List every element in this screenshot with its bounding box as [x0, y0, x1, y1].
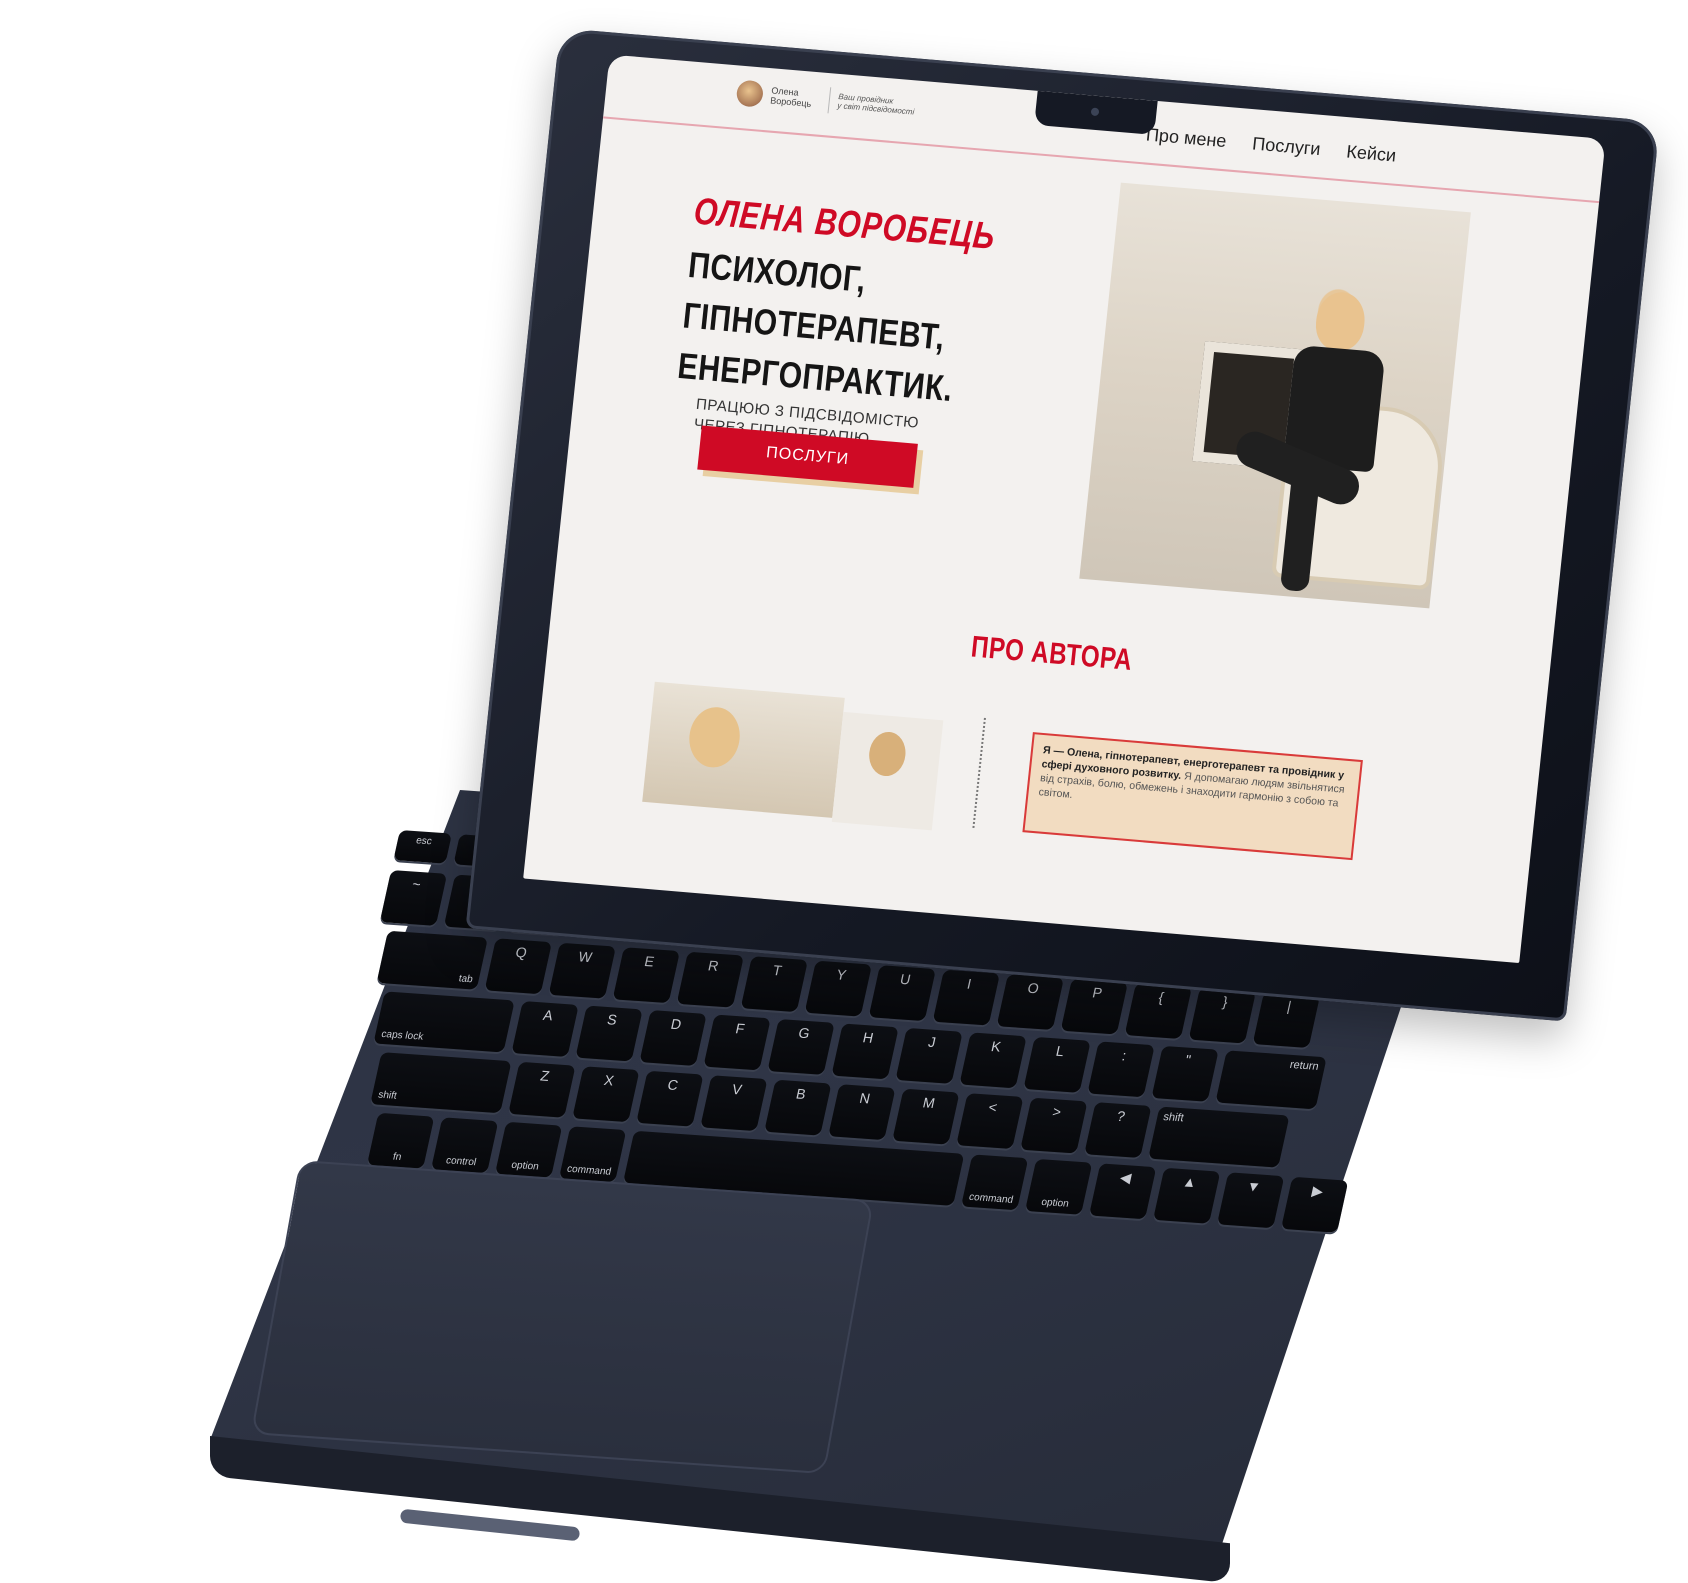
arrow-right-key[interactable]: ▶ — [1280, 1176, 1349, 1233]
key-option-left[interactable]: option — [494, 1121, 563, 1178]
key-v[interactable]: V — [700, 1075, 768, 1132]
key-g[interactable]: G — [767, 1018, 835, 1075]
laptop-lid: Олена Воробець Ваш провідник у світ підс… — [465, 28, 1660, 1022]
dotted-divider — [972, 717, 986, 828]
key-symbol[interactable]: ? — [1084, 1102, 1152, 1158]
about-intro-card: Я — Олена, гіпнотерапевт, енерготерапевт… — [1022, 732, 1363, 861]
key-i[interactable]: I — [932, 969, 1000, 1026]
arrow-down-key[interactable]: ▼ — [1216, 1172, 1285, 1229]
logo-divider — [827, 87, 832, 114]
key-symbol[interactable]: ~ — [379, 870, 448, 926]
key-x[interactable]: X — [572, 1066, 640, 1123]
key-l[interactable]: L — [1023, 1036, 1091, 1093]
key-z[interactable]: Z — [508, 1061, 576, 1118]
key-option-right[interactable]: option — [1024, 1158, 1093, 1215]
key-b[interactable]: B — [764, 1079, 832, 1136]
laptop-mockup: escF1F2F3F4F5F6F7F8F9F10F11F12 ~12345678… — [0, 0, 1688, 1583]
about-photo-secondary — [831, 711, 944, 831]
arrow-left-key[interactable]: ◀ — [1088, 1163, 1157, 1220]
laptop-front-notch — [399, 1508, 581, 1542]
key-d[interactable]: D — [639, 1010, 707, 1066]
photo-figure-leg — [1279, 469, 1321, 592]
key-command-right[interactable]: command — [960, 1154, 1029, 1211]
key-fn-left[interactable]: fn — [366, 1112, 435, 1169]
hero-text: ОЛЕНА ВОРОБЕЦЬ ПСИХОЛОГ, ГІПНОТЕРАПЕВТ, … — [671, 191, 1116, 469]
key-h[interactable]: H — [831, 1023, 899, 1080]
camera-icon — [1090, 107, 1100, 117]
key-m[interactable]: M — [892, 1088, 960, 1145]
laptop-screen: Олена Воробець Ваш провідник у світ підс… — [523, 54, 1606, 964]
key-control-left[interactable]: control — [430, 1117, 499, 1174]
trackpad[interactable] — [250, 1160, 874, 1475]
key-symbol[interactable]: : — [1087, 1041, 1155, 1098]
nav-link-services[interactable]: Послуги — [1251, 133, 1321, 160]
key-esc[interactable]: esc — [393, 830, 452, 864]
photo-figure-head — [1313, 290, 1368, 353]
key-c[interactable]: C — [636, 1070, 704, 1127]
key-symbol[interactable]: { — [1124, 983, 1192, 1039]
nav-link-about[interactable]: Про мене — [1145, 124, 1227, 152]
logo-tagline: Ваш провідник у світ підсвідомості — [836, 92, 915, 117]
main-nav: Про мене Послуги Кейси — [1145, 124, 1397, 166]
key-a[interactable]: A — [511, 1001, 579, 1057]
logo-avatar — [735, 79, 765, 108]
logo-name: Олена Воробець — [769, 85, 812, 109]
about-section-title: ПРО АВТОРА — [969, 630, 1134, 678]
key-w[interactable]: W — [548, 942, 616, 999]
key-tab[interactable]: tab — [376, 930, 488, 990]
key-caps-lock[interactable]: caps lock — [373, 991, 515, 1053]
key-r[interactable]: R — [676, 951, 744, 1008]
site-logo[interactable]: Олена Воробець Ваш провідник у світ підс… — [735, 79, 919, 120]
key-shift-left[interactable]: shift — [370, 1052, 512, 1114]
key-j[interactable]: J — [895, 1027, 963, 1084]
key-symbol[interactable]: < — [956, 1093, 1024, 1150]
key-symbol[interactable]: " — [1151, 1045, 1219, 1102]
key-q[interactable]: Q — [484, 938, 552, 995]
key-y[interactable]: Y — [804, 960, 872, 1017]
key-command-left[interactable]: command — [558, 1126, 627, 1183]
key-symbol[interactable]: > — [1020, 1097, 1088, 1154]
key-s[interactable]: S — [575, 1005, 643, 1062]
arrow-up-key[interactable]: ▲ — [1152, 1167, 1221, 1224]
key-symbol[interactable]: } — [1188, 987, 1256, 1044]
key-o[interactable]: O — [996, 974, 1064, 1031]
key-u[interactable]: U — [868, 965, 936, 1022]
key-shift-right[interactable]: shift — [1148, 1106, 1290, 1168]
key-p[interactable]: P — [1060, 978, 1128, 1035]
key-e[interactable]: E — [612, 947, 680, 1004]
hero-portrait-photo — [1079, 182, 1471, 609]
key-return[interactable]: return — [1215, 1050, 1327, 1110]
key-t[interactable]: T — [740, 956, 808, 1013]
nav-link-cases[interactable]: Кейси — [1345, 141, 1397, 166]
key-n[interactable]: N — [828, 1084, 896, 1141]
about-photo — [642, 681, 845, 818]
key-symbol[interactable]: | — [1252, 992, 1320, 1048]
key-k[interactable]: K — [959, 1032, 1027, 1089]
key-f[interactable]: F — [703, 1014, 771, 1071]
